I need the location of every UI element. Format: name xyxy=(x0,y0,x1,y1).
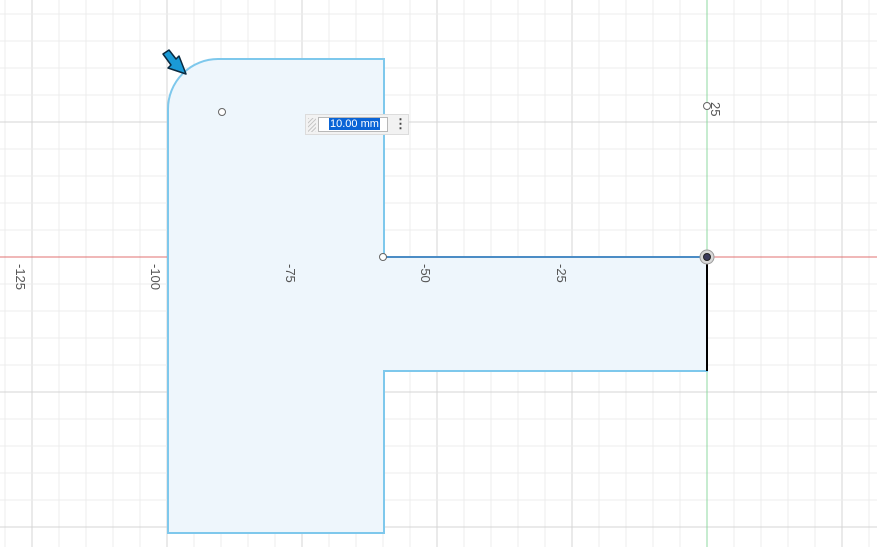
sketch-point[interactable] xyxy=(379,253,387,261)
dimension-input-box[interactable]: 10.00 mm ⋮ xyxy=(305,114,409,135)
resize-arrow-icon xyxy=(162,49,187,75)
axis-label-minus-100: -100 xyxy=(148,264,163,290)
fillet-center-point[interactable] xyxy=(218,108,226,116)
more-vertical-icon[interactable]: ⋮ xyxy=(394,117,407,132)
axis-label-minus-75: -75 xyxy=(283,264,298,283)
dimension-value-input[interactable]: 10.00 mm xyxy=(318,117,388,132)
origin-point[interactable] xyxy=(703,253,711,261)
sketch-canvas[interactable]: -125 -100 -75 -50 -25 25 xyxy=(0,0,877,547)
axis-label-minus-25: -25 xyxy=(554,264,569,283)
axis-label-minus-125: -125 xyxy=(13,264,28,290)
drag-handle[interactable] xyxy=(308,118,316,132)
axis-label-minus-50: -50 xyxy=(418,264,433,283)
axis-label-25: 25 xyxy=(708,102,723,116)
